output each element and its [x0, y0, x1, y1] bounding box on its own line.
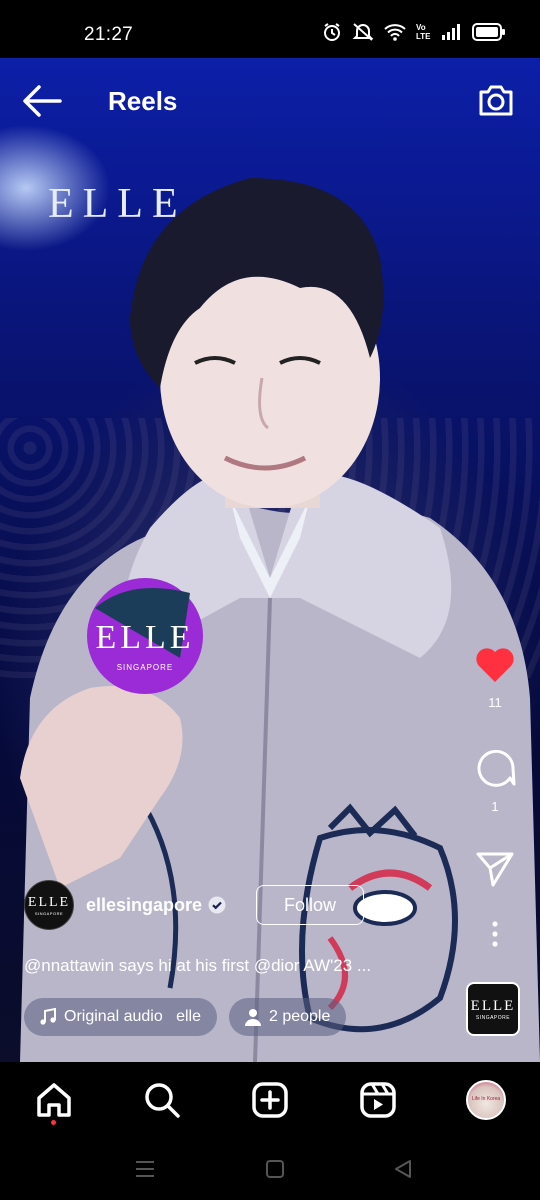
- audio-label: Original audio elle: [64, 1008, 201, 1025]
- signal-icon: [442, 24, 460, 40]
- system-nav: [0, 1136, 540, 1200]
- post-author-row: ELLE SINGAPORE ellesingapore Follow: [24, 880, 365, 930]
- verified-badge-icon: [208, 896, 226, 914]
- create-icon[interactable]: [250, 1080, 290, 1120]
- arrow-left-icon[interactable]: [22, 84, 62, 118]
- profile-avatar[interactable]: Life In Korea: [466, 1080, 506, 1120]
- people-label: 2 people: [268, 1008, 331, 1025]
- volte-icon: Vo LTE: [416, 23, 431, 41]
- follow-button[interactable]: Follow: [256, 885, 365, 925]
- back-triangle-icon[interactable]: [392, 1158, 414, 1180]
- status-icons: Vo LTE: [322, 22, 506, 42]
- status-bar: 21:27 Vo LTE: [0, 0, 540, 58]
- like-action: 11: [472, 646, 518, 710]
- wifi-icon: [384, 24, 406, 41]
- home-icon[interactable]: [34, 1080, 74, 1120]
- person-icon: [244, 1009, 261, 1026]
- more-action: [472, 920, 518, 953]
- bottom-nav: Life In Korea: [0, 1062, 540, 1136]
- audio-thumbnail[interactable]: ELLE SINGAPORE: [466, 982, 520, 1036]
- mute-icon: [352, 23, 374, 41]
- reels-header: Reels: [0, 58, 540, 138]
- reels-icon[interactable]: [358, 1080, 398, 1120]
- status-time: 21:27: [84, 24, 134, 45]
- post-chips: Original audio elle 2 people: [24, 998, 347, 1036]
- search-icon[interactable]: [142, 1080, 182, 1120]
- comment-action: 1: [472, 746, 518, 814]
- comment-count: 1: [491, 799, 499, 814]
- home-square-icon[interactable]: [264, 1158, 286, 1180]
- audio-chip[interactable]: Original audio elle: [24, 998, 217, 1036]
- recents-icon[interactable]: [134, 1158, 156, 1180]
- alarm-icon: [324, 23, 340, 41]
- more-vertical-icon[interactable]: [490, 920, 500, 948]
- avatar-subtext: SINGAPORE: [34, 910, 64, 916]
- heart-icon[interactable]: [474, 646, 516, 684]
- avatar-logo: ELLE: [27, 894, 71, 910]
- people-chip[interactable]: 2 people: [228, 998, 347, 1036]
- camera-icon[interactable]: [476, 80, 516, 120]
- post-caption[interactable]: @nnattawin says hi at his first @dior AW…: [24, 956, 464, 976]
- badge-subtext: SINGAPORE: [117, 663, 174, 672]
- active-indicator: [51, 1120, 56, 1125]
- page-title: Reels: [108, 86, 178, 116]
- username[interactable]: ellesingapore: [86, 895, 202, 916]
- audio-thumb-logo: ELLE: [470, 997, 516, 1014]
- share-action: [472, 850, 518, 893]
- audio-thumb-subtext: SINGAPORE: [475, 1014, 511, 1021]
- avatar[interactable]: ELLE SINGAPORE: [24, 880, 74, 930]
- battery-icon: [472, 23, 505, 41]
- send-icon[interactable]: [475, 850, 515, 888]
- comment-icon[interactable]: [474, 746, 516, 788]
- like-count: 11: [488, 695, 502, 710]
- profile-avatar-text: Life In Korea: [471, 1096, 501, 1102]
- badge-elle-text: ELLE: [95, 619, 194, 656]
- music-note-icon: [40, 1008, 56, 1025]
